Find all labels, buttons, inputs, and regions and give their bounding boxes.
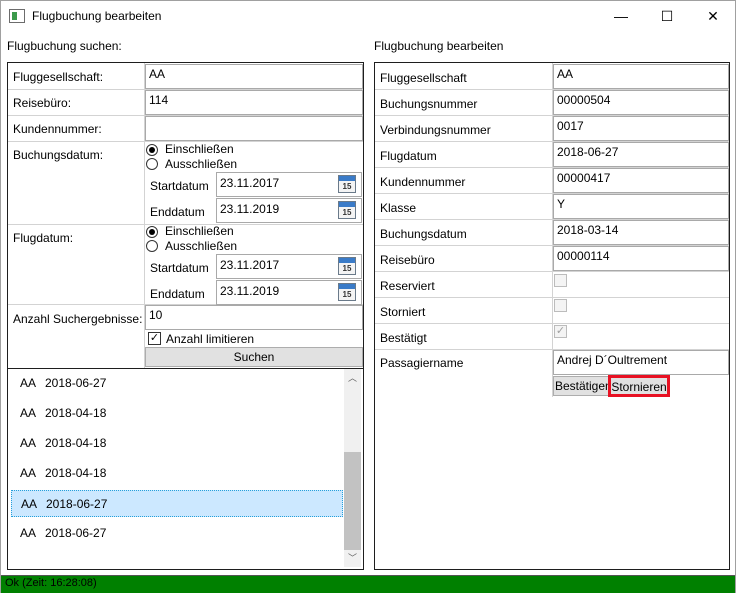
booking-exclude-label: Ausschließen <box>165 157 238 171</box>
confirm-button[interactable]: Bestätigen <box>553 376 610 396</box>
edit-booking-no-label: Buchungsnummer <box>380 97 478 111</box>
list-item-date: 2018-06-27 <box>45 376 107 390</box>
edit-agency-label: Reisebüro <box>380 253 435 267</box>
list-item-date: 2018-04-18 <box>45 406 107 420</box>
search-agency-input[interactable]: 114 <box>145 90 363 115</box>
edit-booking-date-input[interactable]: 2018-03-14 <box>553 220 729 245</box>
limit-checkbox[interactable]: ✓ <box>148 332 161 345</box>
list-item-date: 2018-06-27 <box>45 526 107 540</box>
edit-connection-label: Verbindungsnummer <box>380 123 491 137</box>
edit-booking-no-input[interactable]: 00000504 <box>553 90 729 115</box>
maximize-button[interactable]: ☐ <box>644 1 690 32</box>
search-airline-input[interactable]: AA <box>145 64 363 89</box>
reserved-checkbox[interactable] <box>554 274 567 287</box>
passenger-label: Passagiername <box>380 356 464 370</box>
app-icon <box>9 9 25 23</box>
edit-heading: Flugbuchung bearbeiten <box>374 39 504 53</box>
flight-end-value: 23.11.2019 <box>220 284 280 298</box>
cancel-booking-button[interactable]: Stornieren <box>608 375 670 397</box>
flight-exclude-radio[interactable] <box>146 240 158 252</box>
list-item-airline: AA <box>20 376 37 390</box>
list-item[interactable]: AA 2018-04-18 <box>11 430 343 457</box>
scroll-down-icon[interactable]: ﹀ <box>344 550 361 567</box>
main-window: Flugbuchung bearbeiten — ☐ ✕ Flugbuchung… <box>0 0 736 593</box>
list-item-airline: AA <box>20 436 37 450</box>
list-item-airline: AA <box>20 526 37 540</box>
search-button[interactable]: Suchen <box>145 347 363 367</box>
flight-date-label: Flugdatum: <box>13 231 74 245</box>
window-title: Flugbuchung bearbeiten <box>32 9 162 23</box>
booking-exclude-radio[interactable] <box>146 158 158 170</box>
booking-end-label: Enddatum <box>150 205 205 219</box>
edit-booking-date-label: Buchungsdatum <box>380 227 467 241</box>
search-customer-input[interactable] <box>145 116 363 141</box>
edit-agency-input[interactable]: 00000114 <box>553 246 729 271</box>
confirmed-checkbox[interactable]: ✓ <box>554 325 567 338</box>
result-count-input[interactable]: 10 <box>145 305 363 330</box>
status-text: Ok (Zeit: 16:28:08) <box>5 577 97 589</box>
flight-include-label: Einschließen <box>165 224 234 238</box>
edit-class-input[interactable]: Y <box>553 194 729 219</box>
close-button[interactable]: ✕ <box>690 1 736 32</box>
search-heading: Flugbuchung suchen: <box>7 39 122 53</box>
list-item-airline: AA <box>21 497 38 511</box>
booking-start-value: 23.11.2017 <box>220 176 280 190</box>
calendar-icon[interactable]: 15 <box>338 175 356 193</box>
list-item[interactable]: AA 2018-06-27 <box>11 490 343 517</box>
edit-flight-date-input[interactable]: 2018-06-27 <box>553 142 729 167</box>
booking-start-label: Startdatum <box>150 179 209 193</box>
list-item[interactable]: AA 2018-06-27 <box>11 520 343 547</box>
edit-flight-date-label: Flugdatum <box>380 149 437 163</box>
confirmed-label: Bestätigt <box>380 331 427 345</box>
edit-customer-label: Kundennummer <box>380 175 466 189</box>
flight-start-label: Startdatum <box>150 261 209 275</box>
calendar-icon[interactable]: 15 <box>338 257 356 275</box>
flight-start-value: 23.11.2017 <box>220 258 280 272</box>
list-item-date: 2018-04-18 <box>45 466 107 480</box>
calendar-icon[interactable]: 15 <box>338 201 356 219</box>
edit-customer-input[interactable]: 00000417 <box>553 168 729 193</box>
list-item-airline: AA <box>20 466 37 480</box>
booking-end-value: 23.11.2019 <box>220 202 280 216</box>
calendar-icon[interactable]: 15 <box>338 283 356 301</box>
flight-exclude-label: Ausschließen <box>165 239 238 253</box>
cancelled-checkbox[interactable] <box>554 299 567 312</box>
search-agency-label: Reisebüro: <box>13 96 72 110</box>
search-airline-label: Fluggesellschaft: <box>13 70 104 84</box>
list-item[interactable]: AA 2018-06-27 <box>11 370 343 397</box>
flight-include-radio[interactable] <box>146 226 158 238</box>
title-bar[interactable]: Flugbuchung bearbeiten — ☐ ✕ <box>1 1 735 32</box>
booking-date-label: Buchungsdatum: <box>13 148 104 162</box>
flight-end-label: Enddatum <box>150 287 205 301</box>
status-bar: Ok (Zeit: 16:28:08) <box>1 575 735 593</box>
list-item[interactable]: AA 2018-04-18 <box>11 400 343 427</box>
limit-label: Anzahl limitieren <box>166 332 255 346</box>
scrollbar-thumb[interactable] <box>344 452 361 550</box>
edit-airline-input[interactable]: AA <box>553 64 729 89</box>
search-customer-label: Kundennummer: <box>13 122 102 136</box>
booking-include-label: Einschließen <box>165 142 234 156</box>
list-item[interactable]: AA 2018-04-18 <box>11 460 343 487</box>
reserved-label: Reserviert <box>380 279 435 293</box>
list-item-date: 2018-04-18 <box>45 436 107 450</box>
edit-connection-input[interactable]: 0017 <box>553 116 729 141</box>
list-item-airline: AA <box>20 406 37 420</box>
list-item-date: 2018-06-27 <box>46 497 108 511</box>
edit-airline-label: Fluggesellschaft <box>380 71 467 85</box>
scroll-up-icon[interactable]: ︿ <box>344 370 361 387</box>
result-count-label: Anzahl Suchergebnisse: <box>13 312 143 326</box>
passenger-input[interactable]: Andrej D´Oultrement <box>553 350 729 375</box>
booking-include-radio[interactable] <box>146 144 158 156</box>
minimize-button[interactable]: — <box>598 1 644 32</box>
edit-class-label: Klasse <box>380 201 417 215</box>
cancelled-label: Storniert <box>380 305 426 319</box>
